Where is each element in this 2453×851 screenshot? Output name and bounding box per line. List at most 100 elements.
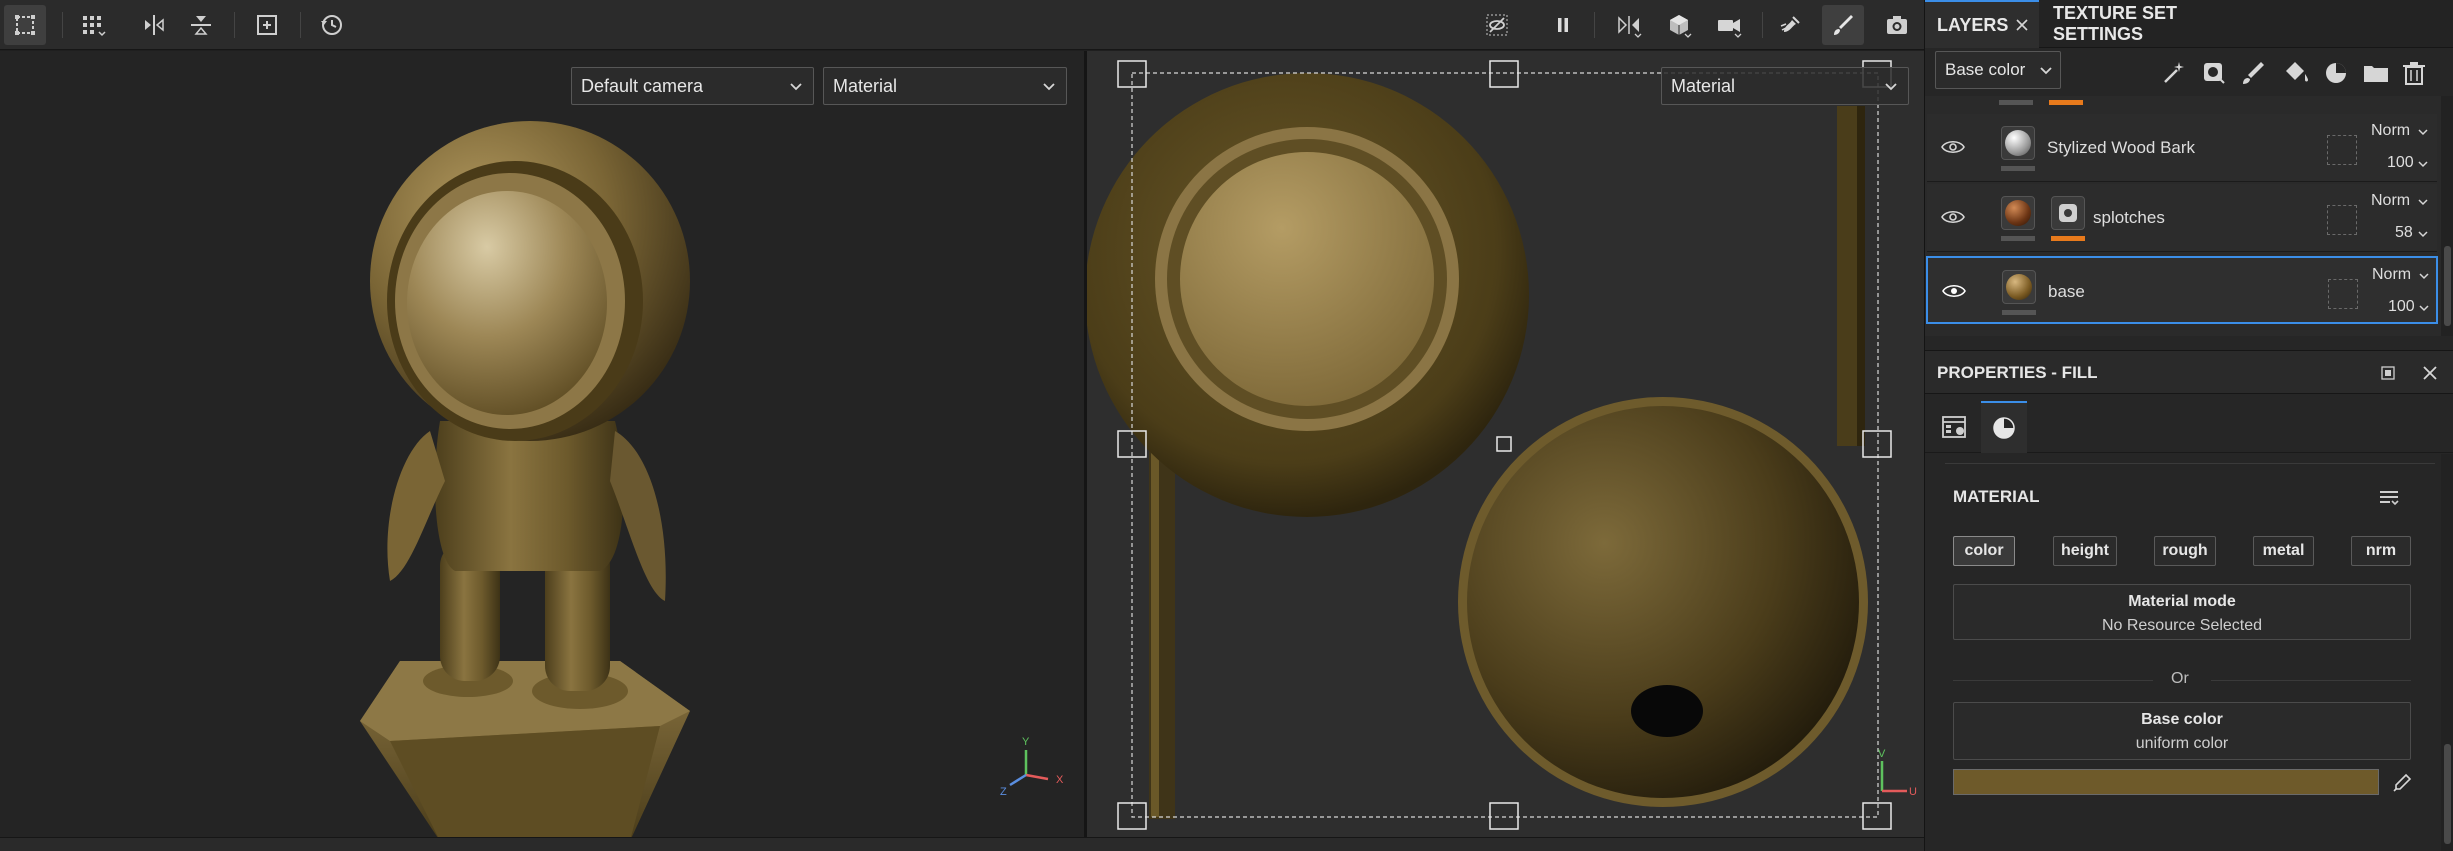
cube-display-button[interactable] (1658, 5, 1700, 45)
chevron-down-icon (2040, 67, 2052, 75)
layers-list[interactable]: Stylized Wood Bark Norm 100 splotches No… (1925, 96, 2441, 336)
partial-layer-thumb-bar (1999, 100, 2033, 105)
pause-button[interactable] (1542, 5, 1584, 45)
display-mode-label-3d: Material (833, 75, 898, 96)
channel-rough-label: rough (2162, 542, 2208, 559)
reset-camera-button[interactable] (311, 5, 353, 45)
eye-icon[interactable] (1941, 208, 1965, 226)
channel-metal-button[interactable]: metal (2253, 536, 2314, 566)
viewport-3d[interactable]: Default camera Material Y X Z (0, 51, 1084, 841)
camera-icon (1718, 19, 1742, 38)
mask-slot[interactable] (2328, 279, 2358, 309)
display-mode-dropdown-2d[interactable]: Material (1661, 67, 1909, 105)
gizmo-x-label: X (1056, 774, 1064, 786)
layer-thumbnail (2002, 270, 2036, 304)
mirror-vertical-button[interactable] (180, 5, 222, 45)
channel-height-button[interactable]: height (2053, 536, 2117, 566)
eye-icon[interactable] (1941, 138, 1965, 156)
layers-scrollbar-thumb[interactable] (2444, 246, 2451, 326)
gizmo-z-label: Z (1000, 786, 1007, 798)
paint-brush-tool-button[interactable] (1822, 5, 1864, 45)
3d-model-mascot (360, 121, 690, 841)
layer-row-selected[interactable]: base Norm 100 (1926, 256, 2438, 324)
tab-layers[interactable]: LAYERS (1925, 0, 2039, 48)
delete-layer-icon[interactable] (2399, 58, 2429, 88)
mask-slot[interactable] (2327, 205, 2357, 235)
properties-scrollbar[interactable] (2441, 454, 2453, 851)
add-effect-icon[interactable] (2159, 58, 2189, 88)
layers-toolbar: Base color (1925, 48, 2453, 96)
display-mode-dropdown-3d[interactable]: Material (823, 67, 1067, 105)
add-smart-material-icon[interactable] (2321, 58, 2351, 88)
symmetry-button[interactable] (1608, 5, 1650, 45)
layer-name: splotches (2093, 208, 2165, 227)
channel-rough-button[interactable]: rough (2154, 536, 2216, 566)
mask-slot[interactable] (2327, 135, 2357, 165)
channel-dropdown-label: Base color (1945, 60, 2026, 79)
chevron-down-icon (2419, 273, 2429, 280)
material-mode-value: No Resource Selected (2101, 617, 2263, 634)
close-icon[interactable] (2015, 18, 2029, 32)
chevron-down-icon (2418, 161, 2428, 168)
grid-layout-icon (83, 16, 106, 37)
camera-dropdown[interactable]: Default camera (571, 67, 814, 105)
cube-display-icon (1670, 15, 1692, 38)
blend-mode[interactable]: Norm (2371, 192, 2410, 210)
blend-mode[interactable]: Norm (2372, 266, 2411, 284)
smudge-tool-button[interactable] (1770, 5, 1812, 45)
mirror-vertical-icon (191, 16, 211, 35)
add-paint-layer-icon[interactable] (2239, 58, 2269, 88)
properties-scrollbar-thumb[interactable] (2444, 744, 2451, 844)
layer-opacity[interactable]: 100 (2387, 154, 2414, 172)
blend-mode[interactable]: Norm (2371, 122, 2410, 140)
tab-texture-set-settings[interactable]: TEXTURE SET SETTINGS (2041, 0, 2247, 48)
eye-icon[interactable] (1942, 282, 1966, 300)
camera-settings-button[interactable] (1708, 5, 1750, 45)
add-mask-icon[interactable] (2199, 58, 2229, 88)
layer-opacity[interactable]: 58 (2395, 224, 2413, 242)
smudge-icon (1780, 16, 1800, 32)
or-separator-text: Or (2171, 670, 2189, 687)
tab-material[interactable] (1981, 401, 2027, 453)
base-color-swatch[interactable] (1953, 769, 2379, 795)
tab-fill-settings[interactable] (1931, 401, 1977, 453)
chevron-down-icon (1043, 83, 1055, 91)
properties-header: PROPERTIES - FILL (1925, 350, 2453, 394)
layer-opacity[interactable]: 100 (2388, 298, 2415, 316)
undock-icon[interactable] (2380, 365, 2396, 381)
channel-color-button[interactable]: color (1953, 536, 2015, 566)
status-bar (0, 837, 1924, 851)
hide-icon (1486, 14, 1508, 36)
grid-layout-button[interactable] (72, 5, 114, 45)
add-folder-icon[interactable] (2361, 58, 2391, 88)
base-color-slot[interactable]: Base color uniform color (1953, 702, 2411, 760)
color-picker-icon[interactable] (2391, 772, 2413, 794)
mirror-horizontal-icon (145, 15, 164, 35)
properties-body: MATERIAL color height rough metal nrm Ma… (1925, 454, 2453, 851)
layers-scrollbar[interactable] (2441, 96, 2453, 336)
hide-button[interactable] (1476, 5, 1518, 45)
layer-row[interactable]: Stylized Wood Bark Norm 100 (1927, 114, 2437, 182)
selection-mode-icon (15, 15, 35, 35)
viewport-2d[interactable]: Material V U (1087, 51, 1924, 837)
channel-nrm-button[interactable]: nrm (2351, 536, 2411, 566)
material-mode-slot[interactable]: Material mode No Resource Selected (1953, 584, 2411, 640)
frame-button[interactable] (246, 5, 288, 45)
properties-title: PROPERTIES - FILL (1937, 363, 2098, 382)
screenshot-button[interactable] (1876, 5, 1918, 45)
selection-mode-button[interactable] (4, 5, 46, 45)
axis-gizmo-3d: Y X Z (1000, 736, 1064, 798)
mask-thumbnail[interactable] (2051, 196, 2085, 230)
menu-list-icon[interactable] (2377, 486, 2401, 510)
channel-color-label: color (1964, 542, 2004, 559)
channel-dropdown[interactable]: Base color (1935, 51, 2061, 89)
paint-brush-icon (1834, 15, 1853, 35)
symmetry-icon (1618, 16, 1642, 38)
add-fill-layer-icon[interactable] (2281, 58, 2311, 88)
layer-thumbnail (2001, 126, 2035, 160)
mirror-horizontal-button[interactable] (133, 5, 175, 45)
partial-layer-mask-bar (2049, 100, 2083, 105)
layer-row[interactable]: splotches Norm 58 (1927, 184, 2437, 252)
screenshot-icon (1887, 16, 1907, 34)
close-icon[interactable] (2422, 365, 2438, 381)
